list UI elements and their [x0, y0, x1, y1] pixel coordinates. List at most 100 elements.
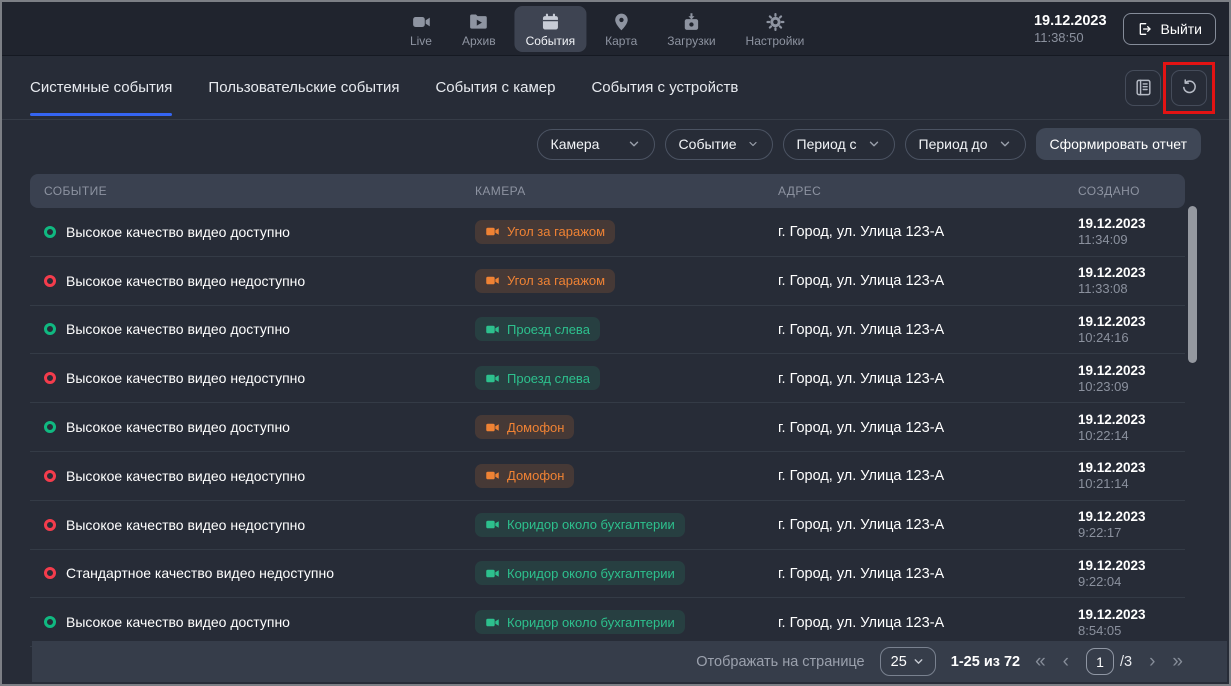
- created-date: 19.12.2023: [1078, 412, 1185, 427]
- main-nav: Live Архив События Карта Загрузки Настро…: [399, 6, 815, 52]
- tab-user-events[interactable]: Пользовательские события: [208, 56, 399, 119]
- address-text: г. Город, ул. Улица 123-А: [778, 615, 944, 631]
- chevron-down-icon: [747, 137, 759, 151]
- created-time: 11:34:09: [1078, 232, 1185, 247]
- tab-label: Пользовательские события: [208, 79, 399, 96]
- camera-badge[interactable]: Проезд слева: [475, 317, 600, 341]
- camera-filter-dropdown[interactable]: Камера: [537, 129, 655, 160]
- created-date: 19.12.2023: [1078, 509, 1185, 524]
- camera-icon: [485, 517, 500, 532]
- camera-badge[interactable]: Коридор около бухгалтерии: [475, 610, 685, 634]
- report-icon: [1134, 78, 1153, 97]
- camera-name: Домофон: [507, 468, 564, 483]
- logout-button[interactable]: Выйти: [1123, 13, 1216, 45]
- camera-badge[interactable]: Угол за гаражом: [475, 220, 615, 244]
- map-pin-icon: [611, 12, 631, 32]
- created-date: 19.12.2023: [1078, 558, 1185, 573]
- status-icon: [44, 567, 56, 579]
- camera-badge[interactable]: Угол за гаражом: [475, 269, 615, 293]
- last-page-button[interactable]: »: [1172, 652, 1183, 671]
- header-created: СОЗДАНО: [1078, 184, 1185, 198]
- camera-badge[interactable]: Домофон: [475, 464, 574, 488]
- created-date: 19.12.2023: [1078, 363, 1185, 378]
- topbar: Live Архив События Карта Загрузки Настро…: [2, 2, 1229, 56]
- camera-filter-label: Камера: [551, 136, 600, 152]
- nav-item-map[interactable]: Карта: [594, 6, 648, 52]
- address-text: г. Город, ул. Улица 123-А: [778, 224, 944, 240]
- table-row[interactable]: Высокое качество видео недоступно Коридо…: [30, 501, 1185, 550]
- next-page-button[interactable]: ›: [1149, 652, 1155, 671]
- table-row[interactable]: Высокое качество видео недоступно Домофо…: [30, 452, 1185, 501]
- camera-icon: [485, 566, 500, 581]
- nav-item-settings[interactable]: Настройки: [735, 6, 816, 52]
- status-icon: [44, 275, 56, 287]
- refresh-button[interactable]: [1171, 70, 1207, 106]
- event-text: Стандартное качество видео недоступно: [66, 565, 334, 581]
- table-row[interactable]: Высокое качество видео недоступно Угол з…: [30, 257, 1185, 306]
- address-text: г. Город, ул. Улица 123-А: [778, 273, 944, 289]
- generate-report-button[interactable]: Сформировать отчет: [1036, 128, 1202, 160]
- app-window: Live Архив События Карта Загрузки Настро…: [0, 0, 1231, 686]
- period-from-dropdown[interactable]: Период с: [783, 129, 895, 160]
- table-row[interactable]: Высокое качество видео доступно Проезд с…: [30, 306, 1185, 355]
- address-text: г. Город, ул. Улица 123-А: [778, 371, 944, 387]
- created-time: 10:23:09: [1078, 379, 1185, 394]
- header-address: АДРЕС: [778, 184, 1078, 198]
- created-date: 19.12.2023: [1078, 314, 1185, 329]
- address-text: г. Город, ул. Улица 123-А: [778, 517, 944, 533]
- camera-badge[interactable]: Проезд слева: [475, 366, 600, 390]
- header-event: СОБЫТИЕ: [30, 184, 475, 198]
- calendar-icon: [540, 12, 560, 32]
- chevron-down-icon: [912, 655, 925, 668]
- camera-name: Проезд слева: [507, 322, 590, 337]
- camera-icon: [485, 224, 500, 239]
- tab-device-events[interactable]: События с устройств: [591, 56, 738, 119]
- nav-label: Архив: [462, 34, 496, 48]
- table-row[interactable]: Высокое качество видео доступно Домофон …: [30, 403, 1185, 452]
- table-row[interactable]: Стандартное качество видео недоступно Ко…: [30, 550, 1185, 599]
- event-filter-label: Событие: [679, 136, 737, 152]
- status-icon: [44, 616, 56, 628]
- prev-page-button[interactable]: ‹: [1063, 652, 1069, 671]
- address-text: г. Город, ул. Улица 123-А: [778, 420, 944, 436]
- event-text: Высокое качество видео недоступно: [66, 517, 305, 533]
- header-camera: КАМЕРА: [475, 184, 778, 198]
- current-page-box[interactable]: 1: [1086, 648, 1114, 675]
- nav-item-archive[interactable]: Архив: [451, 6, 507, 52]
- total-pages: /3: [1120, 654, 1132, 670]
- per-page-select[interactable]: 25: [880, 647, 936, 676]
- table-header: СОБЫТИЕ КАМЕРА АДРЕС СОЗДАНО: [30, 174, 1185, 208]
- table-body: Высокое качество видео доступно Угол за …: [30, 208, 1185, 647]
- gear-icon: [765, 12, 785, 32]
- status-icon: [44, 421, 56, 433]
- created-date: 19.12.2023: [1078, 607, 1185, 622]
- nav-label: Настройки: [746, 34, 805, 48]
- event-text: Высокое качество видео доступно: [66, 224, 290, 240]
- created-time: 11:33:08: [1078, 281, 1185, 296]
- camera-badge[interactable]: Домофон: [475, 415, 574, 439]
- refresh-icon: [1180, 78, 1199, 97]
- event-filter-dropdown[interactable]: Событие: [665, 129, 773, 160]
- tab-system-events[interactable]: Системные события: [30, 56, 172, 119]
- nav-item-live[interactable]: Live: [399, 6, 443, 52]
- chevron-down-icon: [998, 137, 1012, 151]
- event-text: Высокое качество видео доступно: [66, 321, 290, 337]
- camera-badge[interactable]: Коридор около бухгалтерии: [475, 561, 685, 585]
- status-icon: [44, 519, 56, 531]
- table-row[interactable]: Высокое качество видео доступно Угол за …: [30, 208, 1185, 257]
- camera-badge[interactable]: Коридор около бухгалтерии: [475, 513, 685, 537]
- camera-icon: [485, 322, 500, 337]
- nav-item-events[interactable]: События: [515, 6, 587, 52]
- camera-icon: [485, 468, 500, 483]
- nav-label: События: [526, 34, 576, 48]
- first-page-button[interactable]: «: [1035, 652, 1046, 671]
- nav-item-uploads[interactable]: Загрузки: [656, 6, 726, 52]
- table-row[interactable]: Высокое качество видео доступно Коридор …: [30, 598, 1185, 647]
- camera-name: Коридор около бухгалтерии: [507, 566, 675, 581]
- camera-icon: [485, 420, 500, 435]
- tab-camera-events[interactable]: События с камер: [435, 56, 555, 119]
- table-row[interactable]: Высокое качество видео недоступно Проезд…: [30, 354, 1185, 403]
- scrollbar-thumb[interactable]: [1188, 206, 1197, 363]
- period-to-dropdown[interactable]: Период до: [905, 129, 1026, 160]
- report-log-button[interactable]: [1125, 70, 1161, 106]
